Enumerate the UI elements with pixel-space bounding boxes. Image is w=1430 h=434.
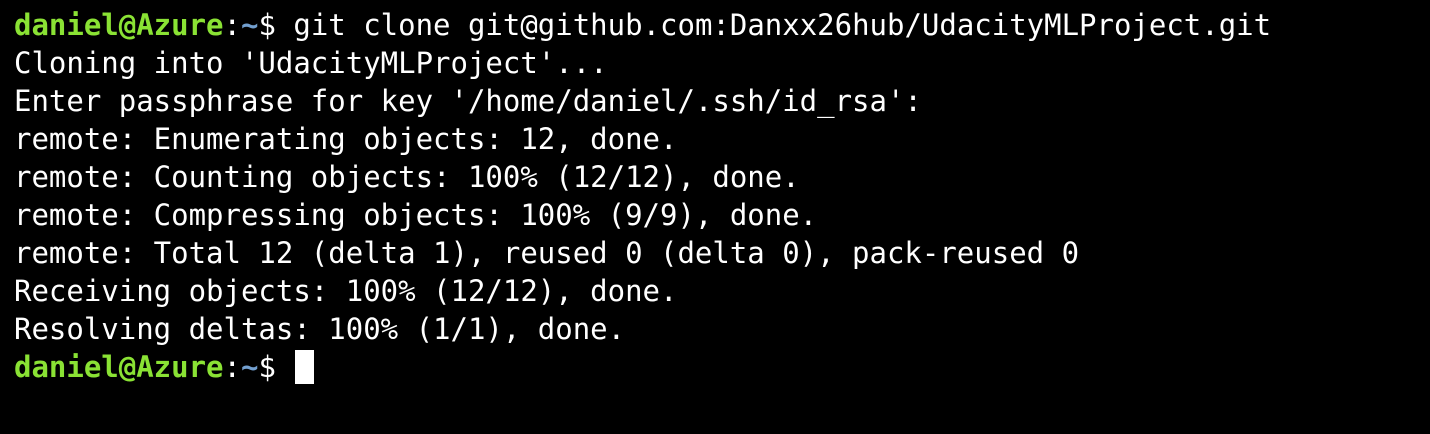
output-line: Receiving objects: 100% (12/12), done. [14, 274, 678, 308]
current-prompt-line[interactable]: daniel@Azure:~$ [14, 348, 1271, 386]
output-line: Cloning into 'UdacityMLProject'... [14, 46, 608, 80]
command-text: git clone git@github.com:Danxx26hub/Udac… [293, 8, 1272, 42]
output-line: Enter passphrase for key '/home/daniel/.… [14, 84, 922, 118]
command-line: daniel@Azure:~$ git clone git@github.com… [14, 6, 1271, 44]
output-line: Resolving deltas: 100% (1/1), done. [14, 312, 626, 346]
output-line: remote: Total 12 (delta 1), reused 0 (de… [14, 236, 1080, 270]
prompt-symbol: $ [258, 350, 294, 384]
output-line: remote: Compressing objects: 100% (9/9),… [14, 198, 818, 232]
text-cursor[interactable] [295, 350, 315, 384]
prompt-path: ~ [240, 8, 259, 42]
terminal-window[interactable]: daniel@Azure:~$ git clone git@github.com… [0, 0, 1430, 434]
output-line: remote: Counting objects: 100% (12/12), … [14, 160, 800, 194]
prompt-colon: : [223, 8, 241, 42]
prompt-path: ~ [240, 350, 259, 384]
clipped-previous-line [14, 0, 1414, 4]
prompt-user-host: daniel@Azure [14, 8, 224, 42]
prompt-colon: : [223, 350, 241, 384]
prompt-user-host: daniel@Azure [14, 350, 224, 384]
output-line: remote: Enumerating objects: 12, done. [14, 122, 678, 156]
terminal-output: daniel@Azure:~$ git clone git@github.com… [14, 6, 1271, 386]
prompt-symbol: $ [258, 8, 294, 42]
